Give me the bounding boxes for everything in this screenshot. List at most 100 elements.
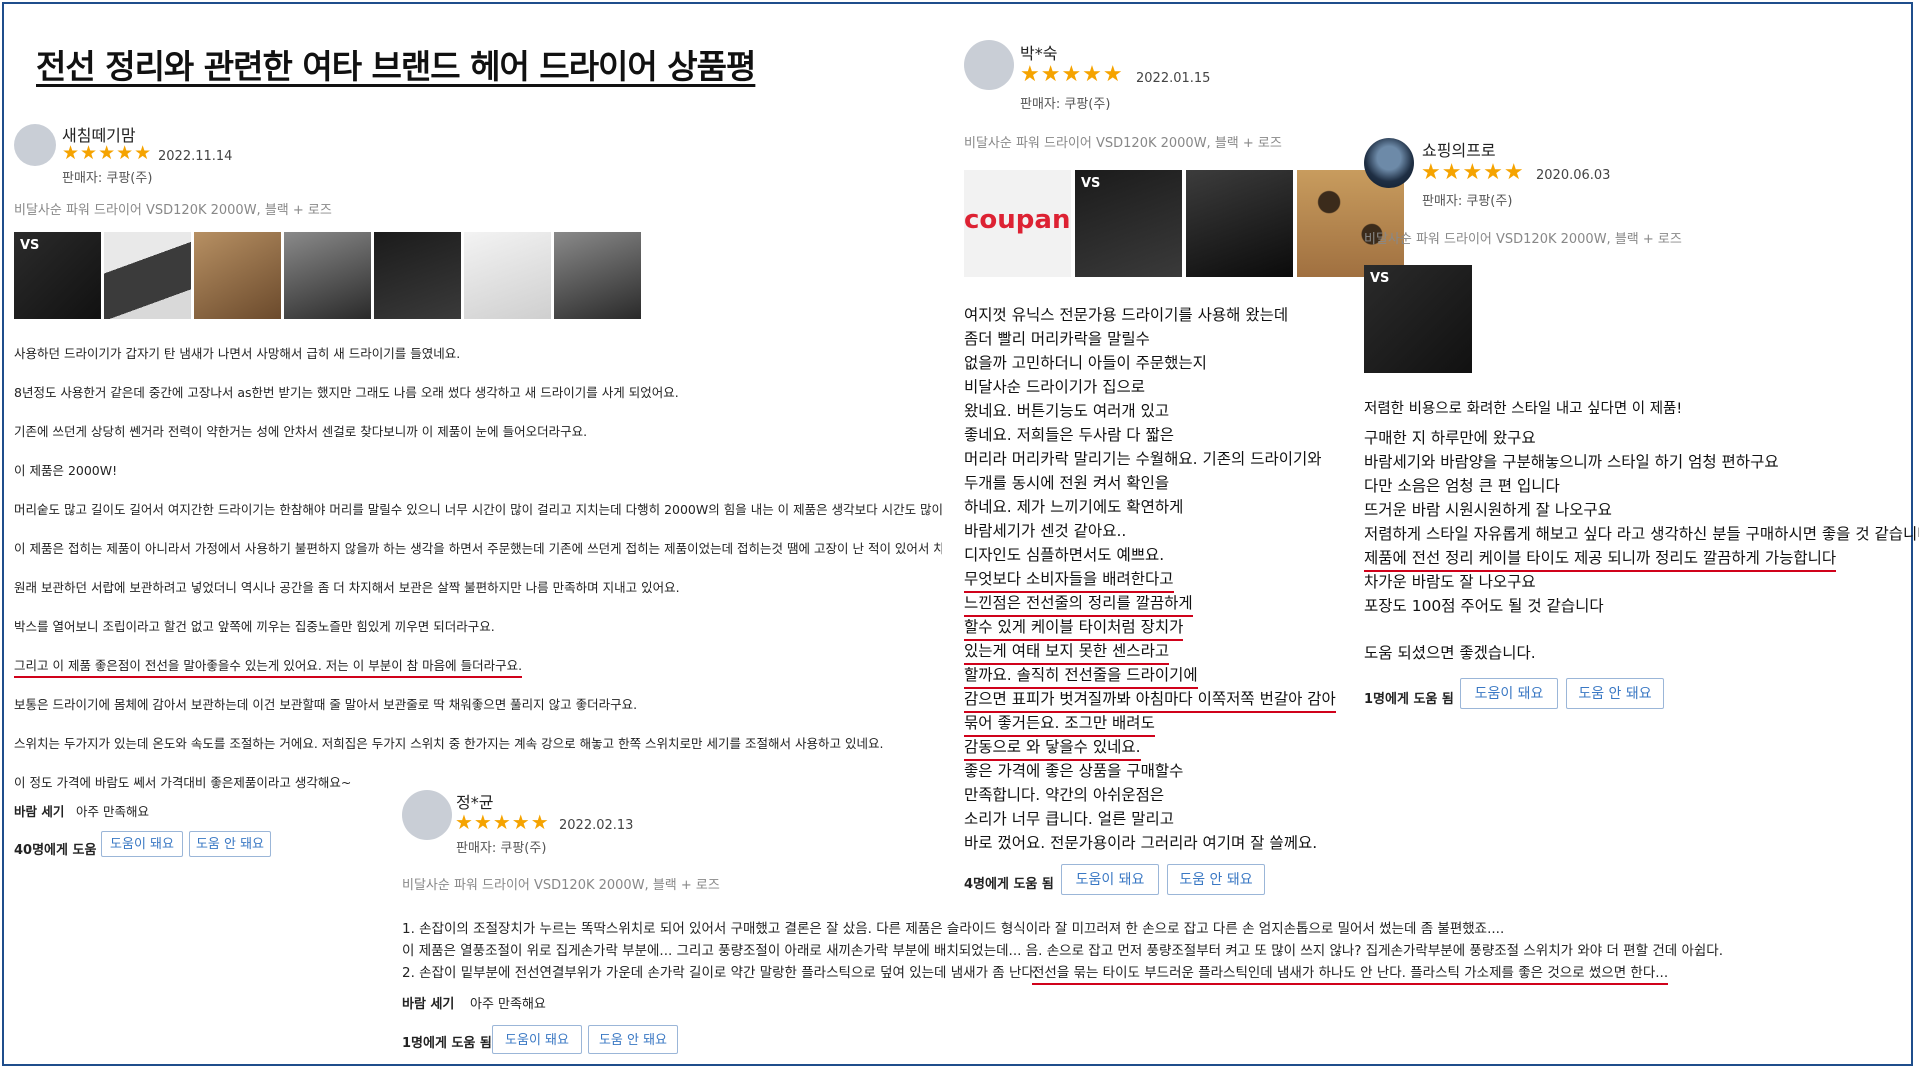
review-photo[interactable]: VS	[1075, 170, 1182, 277]
review-text-line: 이 제품은 열풍조절이 위로 집게손가락 부분에... 그리고 풍량조절이 아래…	[402, 943, 1724, 959]
helpful-yes-button[interactable]: 도움이 돼요	[1460, 678, 1558, 709]
seller-label: 판매자: 쿠팡(주)	[62, 171, 153, 186]
helpful-yes-button[interactable]: 도움이 돼요	[492, 1025, 582, 1054]
seller-label: 판매자: 쿠팡(주)	[1422, 194, 1513, 209]
helpful-no-button[interactable]: 도움 안 돼요	[1566, 678, 1664, 709]
helpful-no-button[interactable]: 도움 안 돼요	[588, 1025, 678, 1054]
helpful-count: 1명에게 도움 됨	[402, 1036, 492, 1051]
review-date: 2022.11.14	[158, 149, 233, 164]
page-title: 전선 정리와 관련한 여타 브랜드 헤어 드라이어 상품평	[36, 47, 756, 86]
review-photo[interactable]	[104, 232, 191, 319]
review-text-line: 디자인도 심플하면서도 예쁘요.	[964, 546, 1165, 564]
review-text-line: 바람세기가 센것 같아요..	[964, 522, 1127, 540]
product-option: 비달사순 파워 드라이어 VSD120K 2000W, 블랙 + 로즈	[402, 878, 720, 893]
helpful-no-button[interactable]: 도움 안 돼요	[1167, 864, 1265, 895]
review-text-line-highlighted: 있는게 여태 보지 못한 센스라고	[964, 639, 1170, 665]
review-text-line-highlighted: 느낀점은 전선줄의 정리를 깔끔하게	[964, 591, 1193, 617]
seller-label: 판매자: 쿠팡(주)	[1020, 97, 1111, 112]
review-text-line-highlighted: 할까요. 솔직히 전선줄을 드라이기에	[964, 663, 1198, 689]
review-text-line-highlighted: 제품에 전선 정리 케이블 타이도 제공 되니까 정리도 깔끔하게 가능합니다	[1364, 546, 1837, 572]
review-text-line: 이 제품은 2000W!	[14, 463, 118, 478]
review-text-line: 바람세기와 바람양을 구분해놓으니까 스타일 하기 엄청 편하구요	[1364, 453, 1779, 471]
review-text-line: 보통은 드라이기에 몸체에 감아서 보관하는데 이건 보관할때 줄 말아서 보관…	[14, 697, 638, 712]
review-text-line-highlighted: 묶어 좋거든요. 조그만 배려도	[964, 711, 1155, 737]
star-rating: ★★★★★	[1020, 62, 1124, 87]
star-rating: ★★★★★	[62, 142, 153, 164]
review-text-line: 포장도 100점 주어도 될 것 같습니다	[1364, 597, 1604, 615]
review-text-line: 이 정도 가격에 바람도 쎄서 가격대비 좋은제품이라고 생각해요~	[14, 775, 352, 790]
review-text-line: 왔네요. 버튼기능도 여러개 있고	[964, 402, 1170, 420]
review-text-line: 스위치는 두가지가 있는데 온도와 속도를 조절하는 거에요. 저희집은 두가지…	[14, 736, 884, 751]
review-text-line: 원래 보관하던 서랍에 보관하려고 넣었더니 역시나 공간을 좀 더 차지해서 …	[14, 580, 680, 595]
attribute-label: 바람 세기	[402, 997, 455, 1012]
seller-label: 판매자: 쿠팡(주)	[456, 841, 547, 856]
review-date: 2022.01.15	[1136, 71, 1211, 86]
review-text-line-highlighted: 할수 있게 케이블 타이처럼 장치가	[964, 615, 1184, 641]
avatar	[1364, 138, 1414, 188]
review-author: 박*숙	[1020, 44, 1058, 63]
avatar	[14, 124, 56, 166]
review-text-line: 하네요. 제가 느끼기에도 확연하게	[964, 498, 1184, 516]
review-text-line: 저렴한 비용으로 화려한 스타일 내고 싶다면 이 제품!	[1364, 401, 1683, 417]
review-photo[interactable]: VS	[14, 232, 101, 319]
review-photo[interactable]	[194, 232, 281, 319]
review-text-line-highlighted: 감동으로 와 닿을수 있네요.	[964, 735, 1141, 761]
review-text-line: 박스를 열어보니 조립이라고 할건 없고 앞쪽에 끼우는 집중노즐만 힘있게 끼…	[14, 619, 495, 634]
review-text-line: 사용하던 드라이기가 갑자기 탄 냄새가 나면서 사망해서 급히 새 드라이기를…	[14, 346, 461, 361]
review-text-line: 저렴하게 스타일 자유롭게 해보고 싶다 라고 생각하신 분들 구매하시면 좋을…	[1364, 525, 1919, 543]
review-text-line: 머리숱도 많고 길이도 길어서 여지간한 드라이기는 한참해야 머리를 말릴수 …	[14, 502, 942, 517]
helpful-count: 40명에게 도움 됨	[14, 843, 113, 858]
review-photo[interactable]	[374, 232, 461, 319]
product-option: 비달사순 파워 드라이어 VSD120K 2000W, 블랙 + 로즈	[14, 203, 332, 218]
review-text-line: 도움 되셨으면 좋겠습니다.	[1364, 644, 1536, 662]
product-option: 비달사순 파워 드라이어 VSD120K 2000W, 블랙 + 로즈	[964, 136, 1282, 151]
review-photo[interactable]	[284, 232, 371, 319]
review-text-line: 만족합니다. 약간의 아쉬운점은	[964, 786, 1165, 804]
review-photos: VS	[14, 232, 641, 319]
review-text-line: 바로 껐어요. 전문가용이라 그러리라 여기며 잘 쓸께요.	[964, 834, 1318, 852]
attribute-value: 아주 만족해요	[470, 997, 546, 1012]
helpful-yes-button[interactable]: 도움이 돼요	[101, 831, 183, 857]
review-text-line-highlighted: 전선을 묶는 타이도 부드러운 플라스틱인데 냄새가 하나도 안 난다. 플라스…	[1032, 961, 1669, 985]
review-text-line: 기존에 쓰던게 상당히 쎈거라 전력이 약한거는 성에 안차서 센걸로 찾다보니…	[14, 424, 588, 439]
review-text-line: 구매한 지 하루만에 왔구요	[1364, 429, 1536, 447]
review-text-line: 2. 손잡이 밑부분에 전선연결부위가 가운데 손가락 길이로 약간 말랑한 플…	[402, 965, 1039, 981]
review-photo[interactable]: coupang	[964, 170, 1071, 277]
review-text-line-highlighted: 무엇보다 소비자들을 배려한다고	[964, 567, 1174, 593]
review-photos: coupang VS	[964, 170, 1404, 277]
review-date: 2020.06.03	[1536, 168, 1611, 183]
review-text-line: 1. 손잡이의 조절장치가 누르는 똑딱스위치로 되어 있어서 구매했고 결론은…	[402, 921, 1505, 937]
helpful-yes-button[interactable]: 도움이 돼요	[1061, 864, 1159, 895]
review-text-line-highlighted: 그리고 이 제품 좋은점이 전선을 말아좋을수 있는게 있어요. 저는 이 부분…	[14, 655, 523, 678]
attribute-value: 아주 만족해요	[76, 804, 149, 819]
review-text-line-highlighted: 감으면 표피가 벗겨질까봐 아침마다 이쪽저쪽 번갈아 감아	[964, 687, 1336, 713]
review-photo[interactable]	[554, 232, 641, 319]
review-text-line: 이 제품은 접히는 제품이 아니라서 가정에서 사용하기 불편하지 않을까 하는…	[14, 541, 942, 556]
star-rating: ★★★★★	[1421, 160, 1525, 185]
review-text-line: 여지껏 유닉스 전문가용 드라이기를 사용해 왔는데	[964, 306, 1289, 324]
review-photo[interactable]	[1186, 170, 1293, 277]
product-option: 비달사순 파워 드라이어 VSD120K 2000W, 블랙 + 로즈	[1364, 232, 1682, 247]
review-photos: VS	[1364, 265, 1472, 373]
avatar	[964, 40, 1014, 90]
review-text-line: 소리가 너무 큽니다. 얼른 말리고	[964, 810, 1175, 828]
review-text-line: 뜨거운 바람 시원시원하게 잘 나오구요	[1364, 501, 1612, 519]
review-photo[interactable]	[464, 232, 551, 319]
review-text-line: 다만 소음은 엄청 큰 편 입니다	[1364, 477, 1560, 495]
attribute-label: 바람 세기	[14, 804, 65, 819]
review-text-line: 8년정도 사용한거 같은데 중간에 고장나서 as한번 받기는 했지만 그래도 …	[14, 385, 679, 400]
helpful-count: 1명에게 도움 됨	[1364, 692, 1454, 707]
review-text-line: 없을까 고민하더니 아들이 주문했는지	[964, 354, 1207, 372]
star-rating: ★★★★★	[455, 810, 550, 834]
avatar	[402, 790, 452, 840]
review-photo[interactable]: VS	[1364, 265, 1472, 373]
review-author: 쇼핑의프로	[1422, 141, 1496, 160]
review-text-line: 두개를 동시에 전원 켜서 확인을	[964, 474, 1170, 492]
review-text-line: 좋네요. 저희들은 두사람 다 짧은	[964, 426, 1175, 444]
review-text-line: 차가운 바람도 잘 나오구요	[1364, 573, 1536, 591]
helpful-no-button[interactable]: 도움 안 돼요	[189, 831, 271, 857]
review-text-line: 머리라 머리카락 말리기는 수월해요. 기존의 드라이기와	[964, 450, 1322, 468]
review-text-line: 좀더 빨리 머리카락을 말릴수	[964, 330, 1150, 348]
review-date: 2022.02.13	[559, 818, 634, 833]
review-text-line: 좋은 가격에 좋은 상품을 구매할수	[964, 762, 1184, 780]
